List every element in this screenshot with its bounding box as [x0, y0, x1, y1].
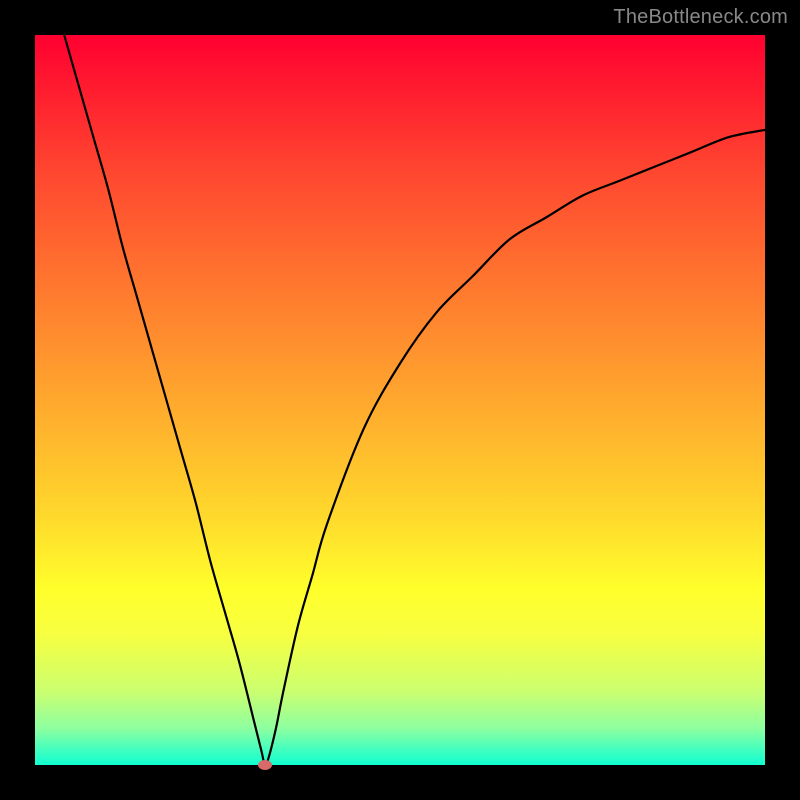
bottleneck-curve [64, 35, 765, 765]
curve-svg [35, 35, 765, 765]
minimum-marker [258, 760, 272, 770]
plot-area [35, 35, 765, 765]
watermark-text: TheBottleneck.com [613, 6, 788, 29]
chart-frame: TheBottleneck.com [0, 0, 800, 800]
